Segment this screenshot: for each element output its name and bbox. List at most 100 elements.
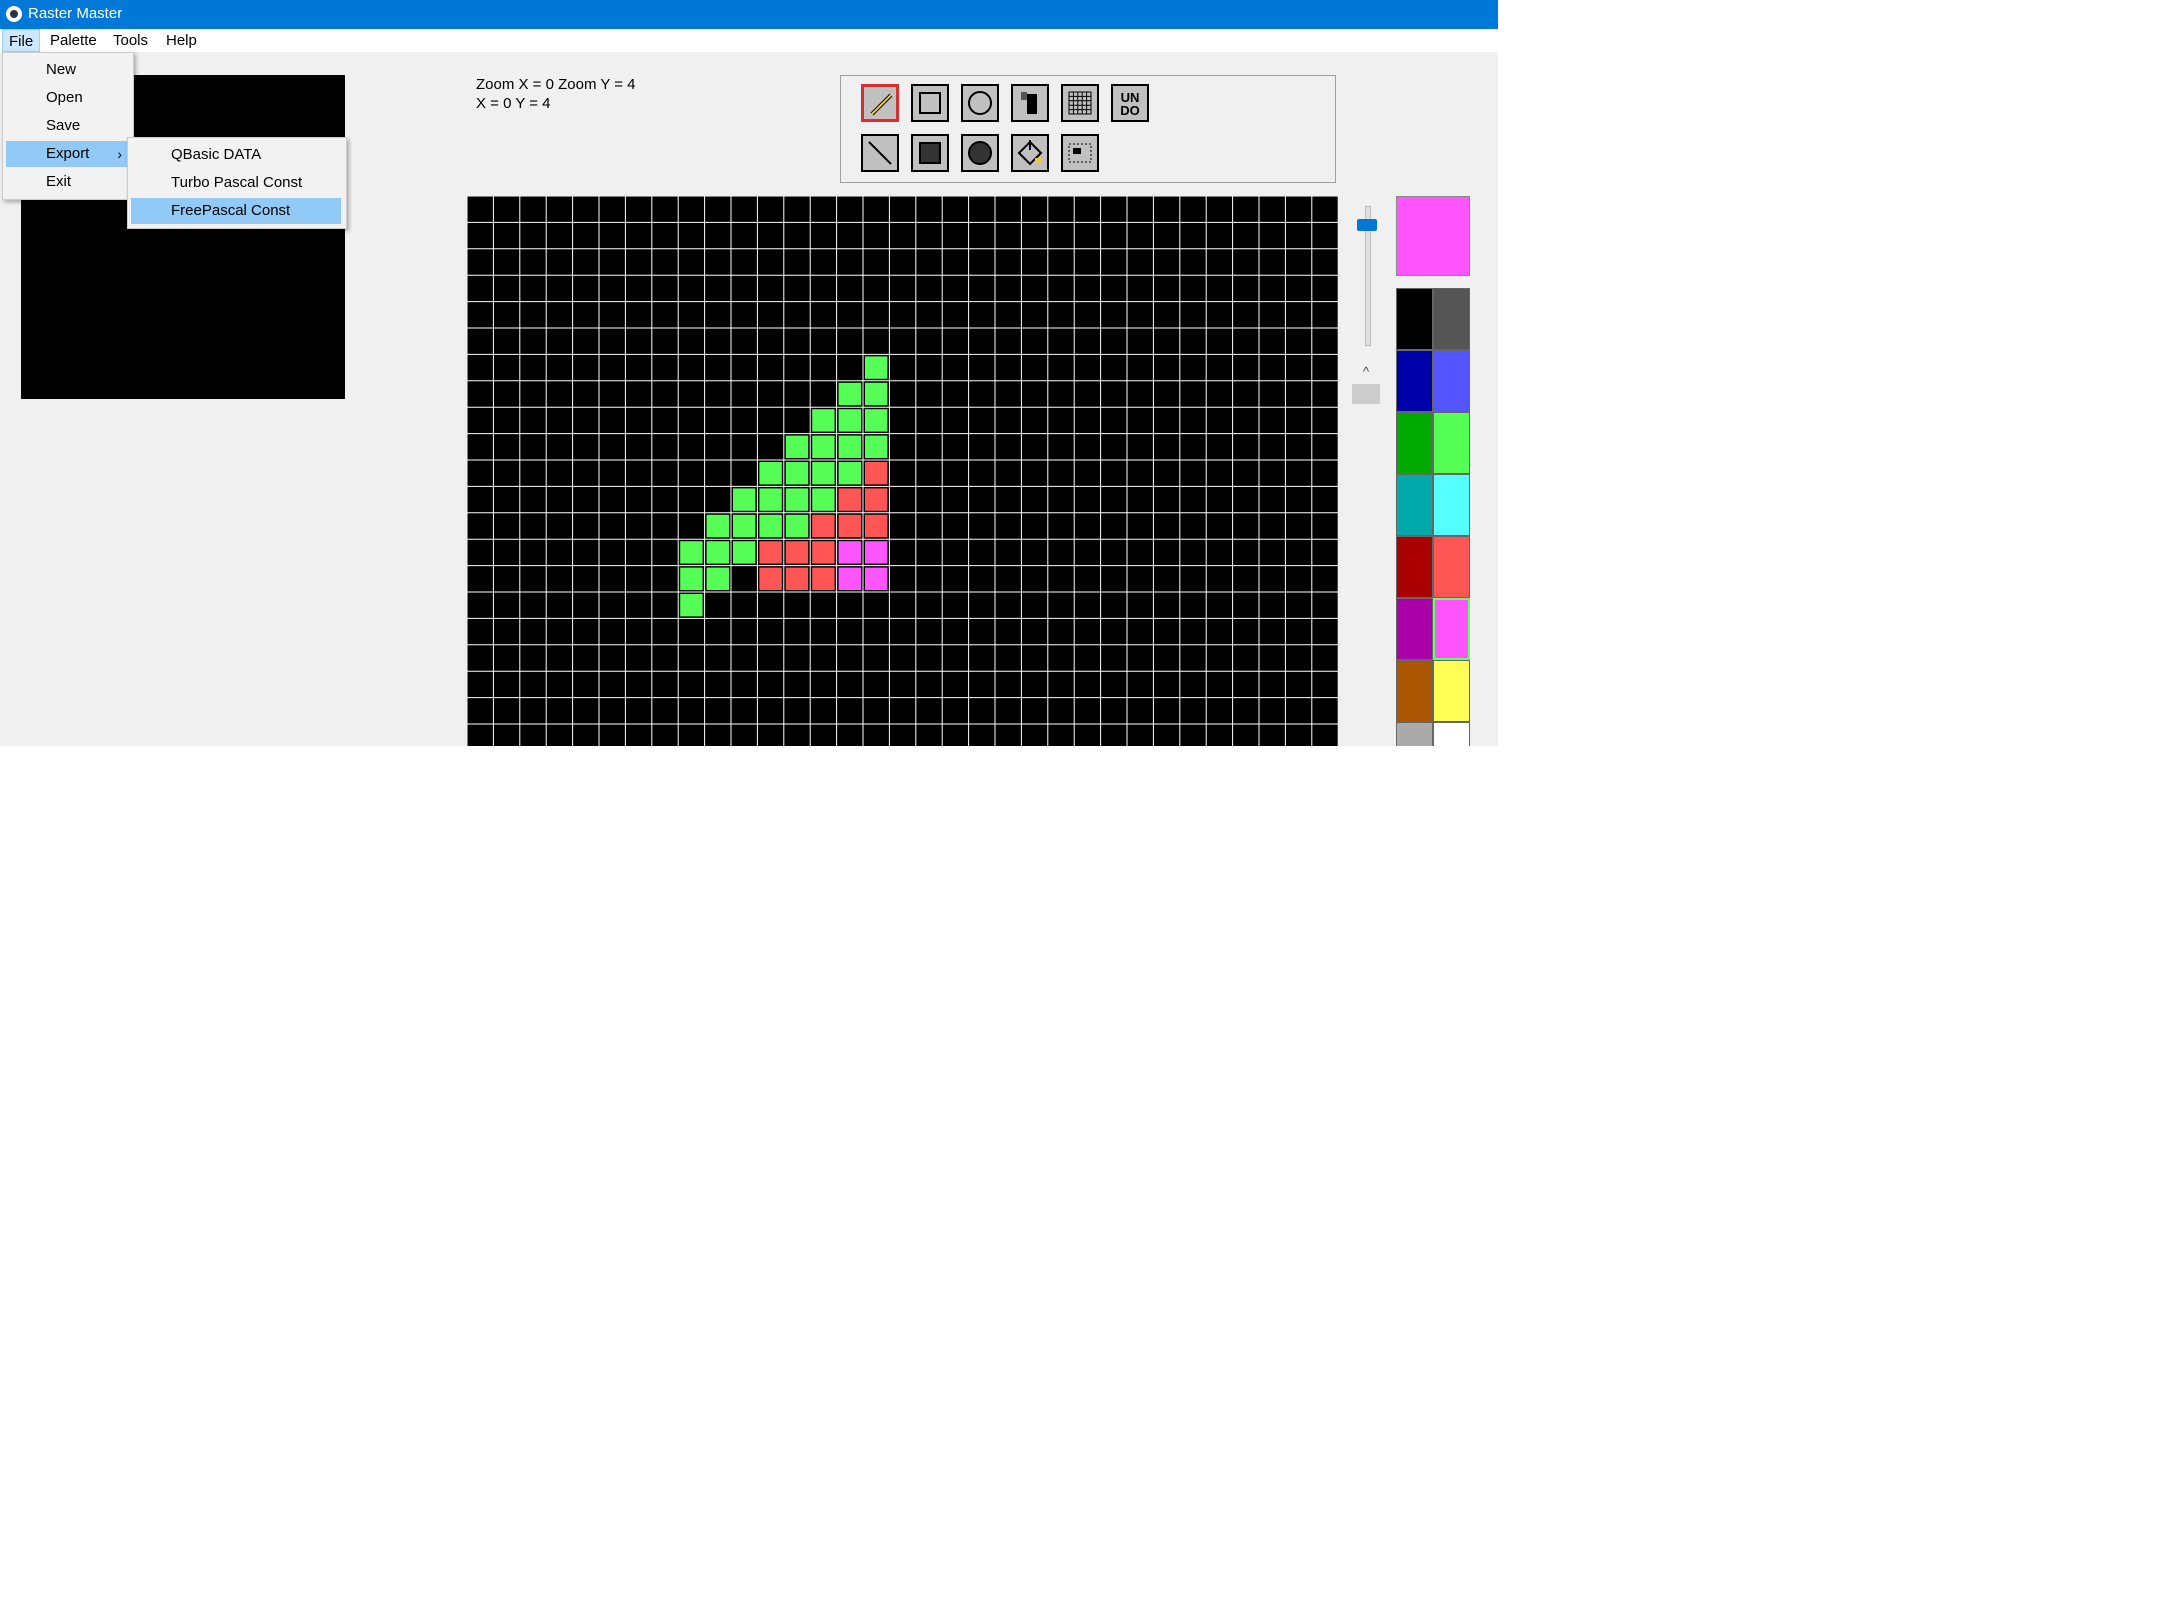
canvas-pixel[interactable] [838, 488, 861, 511]
canvas-pixel[interactable] [733, 514, 756, 538]
menu-file[interactable]: File [2, 29, 41, 52]
canvas-pixel[interactable] [838, 567, 861, 590]
palette-swatch[interactable] [1433, 536, 1470, 598]
palette-swatch[interactable] [1396, 288, 1433, 350]
canvas-pixel[interactable] [838, 382, 861, 406]
canvas-pixel[interactable] [706, 567, 729, 590]
zoom-slider[interactable] [1352, 198, 1382, 348]
canvas-pixel[interactable] [680, 567, 703, 590]
canvas-pixel[interactable] [865, 409, 888, 432]
canvas-pixel[interactable] [759, 488, 782, 511]
palette-swatch[interactable] [1396, 350, 1433, 412]
submenu-item-turbo-pascal[interactable]: Turbo Pascal Const [131, 170, 341, 196]
line-tool[interactable] [861, 134, 899, 172]
canvas-pixel[interactable] [838, 541, 861, 564]
palette-swatch[interactable] [1433, 474, 1470, 536]
menu-tools[interactable]: Tools [107, 29, 154, 52]
undo-icon: UN DO [1120, 90, 1140, 118]
canvas-pixel[interactable] [680, 541, 703, 564]
paint-tool[interactable] [1011, 84, 1049, 122]
palette-swatch[interactable] [1433, 722, 1470, 746]
canvas-pixel[interactable] [812, 462, 835, 485]
canvas-pixel[interactable] [733, 488, 756, 511]
canvas-pixel[interactable] [865, 356, 888, 379]
canvas-pixel[interactable] [865, 435, 888, 458]
vertical-scrollbar[interactable]: ^ [1350, 364, 1382, 404]
undo-tool[interactable]: UN DO [1111, 84, 1149, 122]
palette-swatch[interactable] [1433, 660, 1470, 722]
canvas-pixel[interactable] [733, 541, 756, 564]
canvas-pixel[interactable] [759, 541, 782, 564]
canvas-pixel[interactable] [785, 435, 809, 458]
palette-swatch[interactable] [1396, 598, 1433, 660]
submenu-item-qbasic[interactable]: QBasic DATA [131, 142, 341, 168]
canvas-pixel[interactable] [838, 514, 861, 538]
canvas-pixel[interactable] [865, 488, 888, 511]
canvas-pixel[interactable] [865, 462, 888, 485]
canvas-pixel[interactable] [838, 462, 861, 485]
slider-thumb[interactable] [1357, 219, 1377, 231]
canvas-pixel[interactable] [785, 567, 809, 590]
select-icon [1068, 143, 1092, 163]
fill-icon [1017, 140, 1043, 166]
toolbox: UN DO [840, 75, 1336, 183]
palette-swatch[interactable] [1396, 660, 1433, 722]
canvas-pixel[interactable] [785, 541, 809, 564]
svg-text:DO: DO [1120, 103, 1140, 118]
canvas-pixel[interactable] [865, 514, 888, 538]
status-readout: Zoom X = 0 Zoom Y = 4 X = 0 Y = 4 [476, 75, 636, 113]
canvas-pixel[interactable] [680, 594, 703, 617]
circle-filled-icon [968, 141, 992, 165]
canvas-pixel[interactable] [785, 462, 809, 485]
canvas-pixel[interactable] [812, 514, 835, 538]
canvas-pixel[interactable] [759, 514, 782, 538]
scroll-thumb[interactable] [1352, 384, 1380, 404]
filled-circle-tool[interactable] [961, 134, 999, 172]
menu-item-save[interactable]: Save [6, 113, 130, 139]
circle-tool[interactable] [961, 84, 999, 122]
canvas-pixel[interactable] [865, 541, 888, 564]
canvas-pixel[interactable] [706, 541, 729, 564]
canvas-pixel[interactable] [865, 382, 888, 406]
canvas-pixel[interactable] [812, 409, 835, 432]
chevron-right-icon: › [117, 146, 122, 162]
canvas-pixel[interactable] [812, 541, 835, 564]
canvas-pixel[interactable] [865, 567, 888, 590]
menu-help[interactable]: Help [160, 29, 203, 52]
palette-swatch[interactable] [1396, 536, 1433, 598]
pixel-canvas[interactable] [467, 196, 1338, 746]
scroll-up-icon[interactable]: ^ [1350, 364, 1382, 380]
palette-swatch[interactable] [1433, 598, 1470, 660]
canvas-pixel[interactable] [706, 514, 729, 538]
menu-item-export[interactable]: Export › [6, 141, 130, 167]
palette-swatch[interactable] [1433, 288, 1470, 350]
pencil-tool[interactable] [861, 84, 899, 122]
menu-item-open[interactable]: Open [6, 85, 130, 111]
grid-toggle-tool[interactable] [1061, 84, 1099, 122]
palette-swatch[interactable] [1433, 412, 1470, 474]
palette-swatch[interactable] [1396, 412, 1433, 474]
rectangle-tool[interactable] [911, 84, 949, 122]
canvas-pixel[interactable] [812, 435, 835, 458]
canvas-pixel[interactable] [785, 488, 809, 511]
menu-palette[interactable]: Palette [44, 29, 103, 52]
fill-tool[interactable] [1011, 134, 1049, 172]
palette-swatch[interactable] [1433, 350, 1470, 412]
circle-outline-icon [968, 91, 992, 115]
canvas-pixel[interactable] [812, 567, 835, 590]
canvas-pixel[interactable] [812, 488, 835, 511]
menu-item-exit[interactable]: Exit [6, 169, 130, 195]
menu-item-new[interactable]: New [6, 57, 130, 83]
palette-swatch[interactable] [1396, 722, 1433, 746]
canvas-pixel[interactable] [838, 435, 861, 458]
canvas-pixel[interactable] [759, 462, 782, 485]
filled-rectangle-tool[interactable] [911, 134, 949, 172]
canvas-pixel[interactable] [838, 409, 861, 432]
canvas-pixel[interactable] [759, 567, 782, 590]
palette-swatch[interactable] [1396, 474, 1433, 536]
select-tool[interactable] [1061, 134, 1099, 172]
canvas-pixel[interactable] [785, 514, 809, 538]
submenu-item-freepascal[interactable]: FreePascal Const [131, 198, 341, 224]
menu-item-export-label: Export [46, 145, 90, 162]
zoom-readout: Zoom X = 0 Zoom Y = 4 [476, 76, 636, 93]
